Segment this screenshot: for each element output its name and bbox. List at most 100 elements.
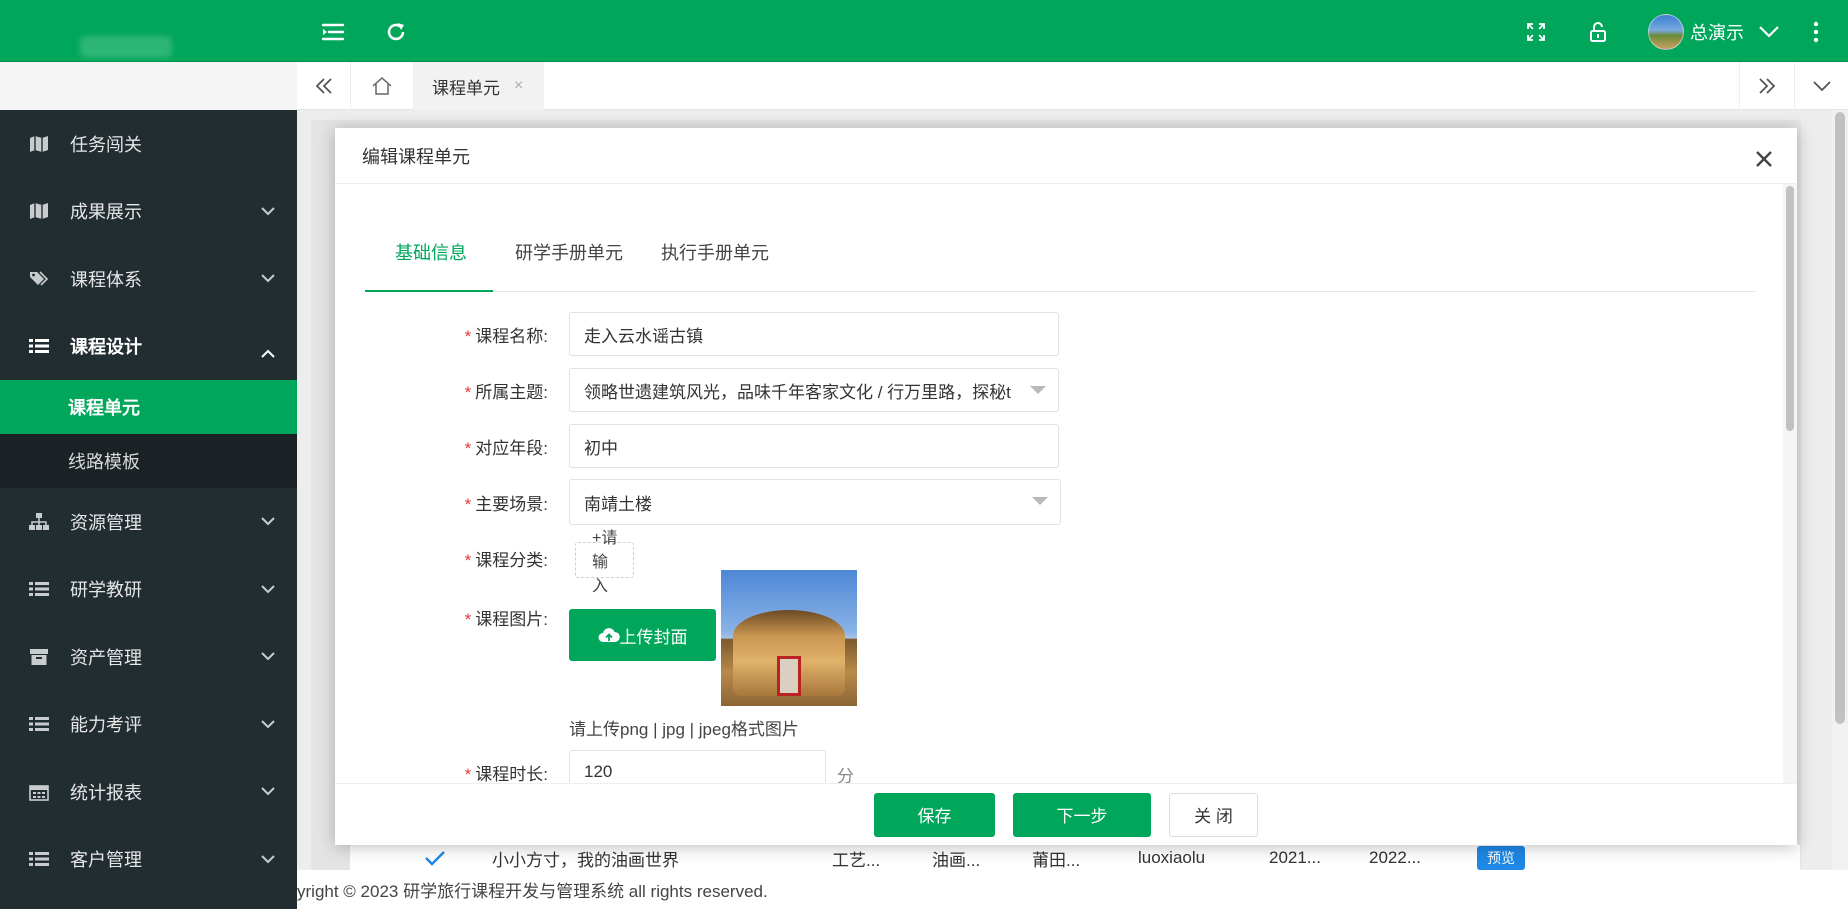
map-icon (28, 135, 50, 153)
fullscreen-icon[interactable] (1522, 18, 1550, 46)
tab-options-icon[interactable] (1794, 62, 1848, 110)
chevron-down-icon[interactable] (1758, 25, 1780, 39)
sidebar: 任务闯关 成果展示 课程体系 课程设计 课程单元 线路模板 资源管理 研学教研 … (0, 110, 297, 909)
chevron-down-icon (261, 854, 275, 863)
sidebar-item-assets[interactable]: 资产管理 (0, 623, 297, 691)
preview-button[interactable]: 预览 (1477, 846, 1525, 870)
lock-icon[interactable] (1584, 18, 1612, 46)
row-cell: 油画... (932, 850, 981, 870)
sidebar-item-research[interactable]: 研学教研 (0, 556, 297, 624)
sidebar-header-gap (0, 62, 297, 110)
scroll-left-icon[interactable] (297, 62, 351, 110)
chevron-down-icon (261, 652, 275, 661)
next-step-button[interactable]: 下一步 (1013, 792, 1151, 837)
sidebar-item-label: 研学教研 (70, 580, 142, 601)
row-cell: luoxiaolu (1138, 848, 1206, 867)
chevron-down-icon (261, 719, 275, 728)
chevron-down-icon (261, 274, 275, 283)
upload-hint: 请上传png | jpg | jpeg格式图片 (569, 720, 799, 739)
sidebar-item-results[interactable]: 成果展示 (0, 178, 297, 246)
row-title: 小小方寸，我的油画世界 (492, 850, 679, 870)
cloud-upload-icon (598, 628, 620, 642)
sidebar-subitem-route-template[interactable]: 线路模板 (0, 434, 297, 488)
upload-cover-button[interactable]: 上传封面 (569, 609, 716, 661)
tab-label: 课程单元 (432, 78, 500, 98)
course-cover-image (721, 570, 857, 706)
dialog-header: 编辑课程单元 (335, 128, 1797, 184)
home-icon[interactable] (351, 62, 414, 110)
archive-icon (28, 648, 50, 666)
scene-select[interactable]: 南靖土楼 (569, 479, 1061, 525)
sidebar-subitem-course-unit[interactable]: 课程单元 (0, 380, 297, 434)
field-label: * 所属主题: (464, 382, 548, 402)
avatar (1648, 14, 1684, 50)
sidebar-item-label: 资源管理 (70, 512, 142, 533)
top-navbar: 总演示 (0, 0, 1848, 62)
save-button[interactable]: 保存 (874, 792, 995, 837)
chevron-down-icon (261, 517, 275, 526)
close-icon[interactable] (1753, 148, 1775, 170)
chevron-down-icon (261, 787, 275, 796)
row-cell: 莆田... (1032, 850, 1081, 870)
sidebar-item-label: 资产管理 (70, 647, 142, 668)
row-cell: 2021... (1269, 848, 1321, 867)
user-menu[interactable]: 总演示 (1648, 14, 1780, 50)
sidebar-subitem-label: 课程单元 (68, 398, 140, 418)
sidebar-submenu: 课程单元 线路模板 (0, 380, 297, 488)
dialog-scrollbar[interactable] (1783, 184, 1797, 783)
sidebar-item-label: 能力考评 (70, 715, 142, 736)
theme-select[interactable]: 领略世遗建筑风光，品味千年客家文化 / 行万里路，探秘t (569, 368, 1059, 412)
map-icon (28, 202, 50, 220)
logo (80, 36, 172, 58)
row-cell: 工艺... (832, 850, 881, 870)
field-label: * 课程分类: (464, 550, 548, 570)
grade-input[interactable]: 初中 (569, 424, 1059, 468)
user-name: 总演示 (1690, 23, 1744, 43)
more-icon[interactable] (1802, 18, 1830, 46)
course-name-input[interactable]: 走入云水谣古镇 (569, 312, 1059, 356)
sidebar-item-assessment[interactable]: 能力考评 (0, 691, 297, 759)
sidebar-item-label: 课程体系 (70, 269, 142, 290)
list-icon (28, 715, 50, 733)
tab-basic-info[interactable]: 基础信息 (395, 212, 467, 292)
scroll-right-icon[interactable] (1739, 62, 1793, 110)
footer: yright © 2023 研学旅行课程开发与管理系统 all rights r… (297, 870, 1848, 909)
field-label: * 对应年段: (464, 438, 548, 458)
menu-icon[interactable] (319, 18, 347, 46)
tab-bar: 课程单元 × (297, 62, 1848, 110)
tags-icon (28, 270, 50, 288)
row-cell: 2022... (1369, 848, 1421, 867)
check-icon[interactable] (390, 850, 480, 866)
sidebar-item-course-design[interactable]: 课程设计 (0, 313, 297, 381)
calendar-icon (28, 783, 50, 801)
tab-study-handbook[interactable]: 研学手册单元 (515, 212, 623, 292)
sidebar-subitem-label: 线路模板 (68, 452, 140, 472)
page-scrollbar[interactable] (1832, 110, 1848, 870)
chevron-up-icon (261, 349, 275, 358)
tab-course-unit[interactable]: 课程单元 × (414, 62, 544, 110)
dialog-tabs: 基础信息 研学手册单元 执行手册单元 (365, 212, 1755, 292)
chevron-down-icon (261, 584, 275, 593)
active-tab-indicator (365, 290, 493, 292)
sidebar-item-customers[interactable]: 客户管理 (0, 826, 297, 894)
sidebar-item-curriculum[interactable]: 课程体系 (0, 245, 297, 313)
chevron-down-icon (261, 206, 275, 215)
sidebar-item-reports[interactable]: 统计报表 (0, 758, 297, 826)
field-label: * 课程时长: (464, 764, 548, 784)
field-label: * 主要场景: (464, 494, 548, 514)
close-button[interactable]: 关 闭 (1169, 792, 1258, 837)
sidebar-item-resources[interactable]: 资源管理 (0, 488, 297, 556)
dialog-body: 基础信息 研学手册单元 执行手册单元 * 课程名称: 走入云水谣古镇 * 所属主题:… (335, 184, 1797, 783)
copyright-text: yright © 2023 研学旅行课程开发与管理系统 all rights r… (297, 882, 768, 901)
dialog-title: 编辑课程单元 (362, 146, 470, 167)
table-row[interactable]: 小小方寸，我的油画世界 工艺... 油画... 莆田... luoxiaolu … (350, 845, 1800, 871)
duration-unit: 分钟 (837, 767, 854, 783)
tab-execution-handbook[interactable]: 执行手册单元 (661, 212, 769, 292)
sidebar-item-label: 统计报表 (70, 782, 142, 803)
duration-input[interactable]: 120 (569, 750, 826, 783)
close-tab-icon[interactable]: × (514, 77, 523, 95)
sidebar-item-tasks[interactable]: 任务闯关 (0, 110, 297, 178)
refresh-icon[interactable] (382, 18, 410, 46)
dialog-footer: 保存 下一步 关 闭 (335, 783, 1797, 845)
add-category-button[interactable]: +请输入 (575, 530, 635, 595)
